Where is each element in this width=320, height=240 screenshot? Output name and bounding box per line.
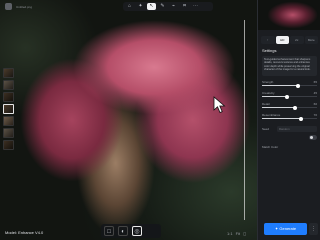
zoom-controls: 1:1 Fit ◻	[227, 231, 246, 236]
tab-upscale[interactable]: ↑	[261, 36, 275, 44]
settings-heading: Settings	[262, 48, 277, 53]
slider-label: Creativity	[262, 91, 275, 95]
brush-tool-icon[interactable]: ✎	[158, 3, 167, 10]
history-thumb[interactable]	[3, 140, 14, 150]
file-name: Untitled.png	[16, 4, 33, 9]
strength-slider[interactable]: Strength 65	[262, 80, 317, 89]
tab-more[interactable]: More	[304, 36, 318, 44]
slider-knob[interactable]	[284, 94, 289, 99]
slider-label: Strength	[262, 80, 274, 84]
app-logo-icon[interactable]	[5, 3, 12, 10]
slider-value: 65	[313, 80, 317, 84]
prompt-textarea[interactable]: Text-guided enhancement that sharpens de…	[262, 56, 317, 76]
creativity-slider[interactable]: Creativity 45	[262, 91, 317, 100]
zoom-fit-button[interactable]: Fit	[236, 231, 240, 236]
slider-fill	[262, 118, 301, 120]
slider-value: 60	[313, 102, 317, 106]
tool-toolbar: ⌂ ✦ ↖ ✎ ⌁ ⌗ ⋯	[123, 2, 213, 11]
slider-track[interactable]	[262, 96, 317, 98]
slider-fill	[262, 107, 295, 109]
mode-tabs: ↑ HD 2x More	[261, 36, 318, 44]
settings-panel: ↑ HD 2x More Settings Text-guided enhanc…	[257, 0, 320, 240]
seed-row: Seed Random	[262, 125, 317, 132]
slider-label: Resemblance	[262, 113, 281, 117]
history-thumbnails	[3, 68, 14, 150]
slider-track[interactable]	[262, 118, 317, 120]
seed-input[interactable]: Random	[277, 125, 317, 132]
compare-view-icon[interactable]: ◎	[132, 226, 142, 236]
grid-tool-icon[interactable]: ⌗	[180, 3, 189, 10]
select-tool-icon[interactable]: ↖	[147, 3, 156, 10]
single-view-icon[interactable]: □	[104, 226, 114, 236]
history-thumb[interactable]	[3, 92, 14, 102]
magic-tool-icon[interactable]: ✦	[136, 3, 145, 10]
resemblance-slider[interactable]: Resemblance 70	[262, 113, 317, 122]
more-options-button[interactable]: ⋮	[309, 223, 318, 235]
history-thumb[interactable]	[3, 116, 14, 126]
tab-hd[interactable]: HD	[275, 36, 289, 44]
image-canvas[interactable]	[0, 0, 257, 240]
fullscreen-icon[interactable]: ◻	[243, 231, 246, 236]
history-thumb-active[interactable]	[3, 104, 14, 114]
tab-2x[interactable]: 2x	[290, 36, 304, 44]
zoom-actual-button[interactable]: 1:1	[227, 231, 233, 236]
history-thumb[interactable]	[3, 128, 14, 138]
detail-slider[interactable]: Detail 60	[262, 102, 317, 111]
slider-knob[interactable]	[293, 105, 297, 110]
seed-label: Seed	[262, 126, 270, 131]
slider-fill	[262, 85, 298, 87]
history-thumb[interactable]	[3, 68, 14, 78]
match-color-row: Match Color	[262, 135, 317, 149]
slider-knob[interactable]	[298, 116, 303, 121]
slider-value: 70	[313, 113, 317, 117]
slider-track[interactable]	[262, 107, 317, 109]
home-tool-icon[interactable]: ⌂	[125, 3, 134, 10]
model-label: Model: Enhance V4.0	[5, 230, 44, 235]
slider-knob[interactable]	[295, 83, 300, 88]
split-view-icon[interactable]: ◐	[118, 226, 128, 236]
history-thumb[interactable]	[3, 80, 14, 90]
match-color-toggle[interactable]	[309, 135, 317, 140]
more-tool-icon[interactable]: ⋯	[191, 3, 200, 10]
slider-label: Detail	[262, 102, 270, 106]
slider-fill	[262, 96, 287, 98]
compare-divider[interactable]	[244, 20, 245, 220]
slider-track[interactable]	[262, 85, 317, 87]
generate-button[interactable]: ✦ Generate	[264, 223, 307, 235]
toggle-label: Match Color	[262, 145, 279, 149]
view-mode-bar: □ ◐ ◎	[101, 224, 161, 238]
image-preview	[258, 0, 320, 30]
mouse-cursor-icon	[213, 96, 226, 114]
erase-tool-icon[interactable]: ⌁	[169, 3, 178, 10]
slider-value: 45	[313, 91, 317, 95]
file-header: Untitled.png	[5, 3, 32, 10]
